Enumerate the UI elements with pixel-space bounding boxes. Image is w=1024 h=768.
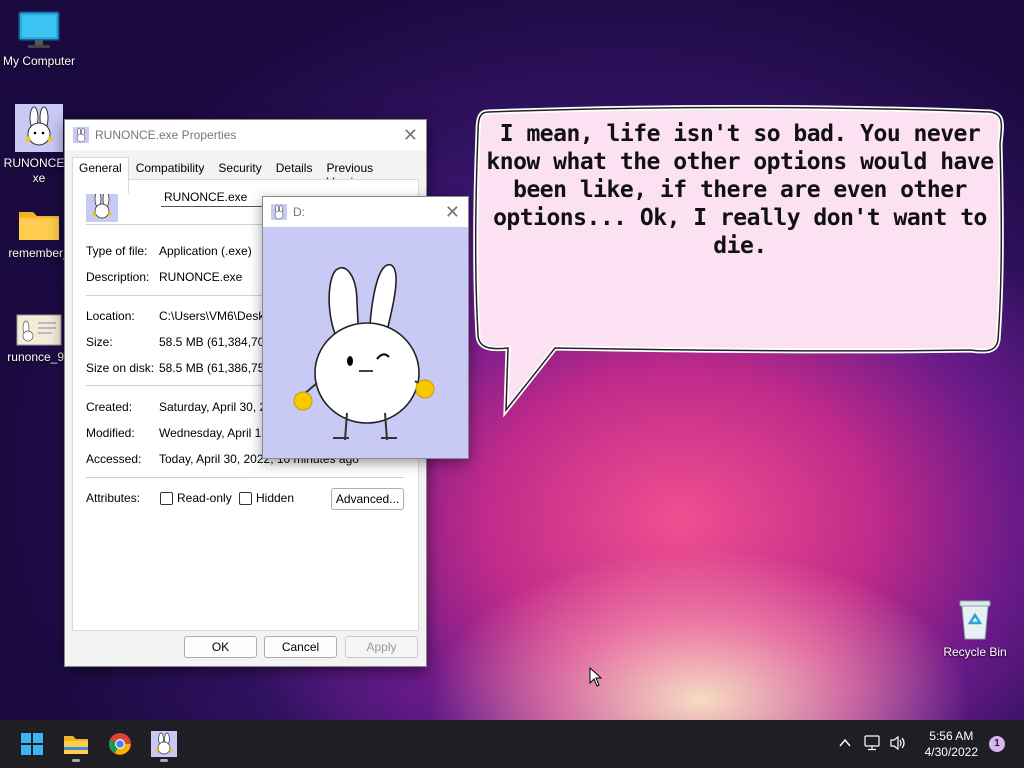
size-row: Size: 58.5 MB (61,384,704 b [86, 335, 281, 349]
desktop-icon-my-computer[interactable]: My Computer [1, 10, 77, 69]
modified-label: Modified: [86, 426, 135, 440]
taskbar-chrome[interactable] [106, 730, 134, 758]
desktop-icon-label: Recycle Bin [943, 645, 1007, 659]
attributes-label: Attributes: [86, 491, 141, 505]
start-button[interactable] [18, 730, 46, 758]
windows-logo-icon [21, 733, 43, 755]
cancel-button[interactable]: Cancel [264, 636, 337, 658]
accessed-row: Accessed: Today, April 30, 2022, 10 minu… [86, 452, 359, 466]
mouse-cursor-icon [589, 667, 603, 687]
description-label: Description: [86, 270, 150, 284]
running-indicator [72, 759, 80, 762]
taskbar-file-explorer[interactable] [62, 730, 90, 762]
size-on-disk-row: Size on disk: 58.5 MB (61,386,752 b [86, 361, 281, 375]
accessed-label: Accessed: [86, 452, 142, 466]
bunny-icon [86, 190, 118, 222]
speech-bubble: I mean, life isn't so bad. You never kno… [470, 104, 1010, 418]
properties-titlebar[interactable]: RUNONCE.exe Properties ✕ [65, 120, 426, 150]
bunny-icon [151, 731, 177, 757]
close-icon[interactable]: ✕ [445, 203, 460, 221]
popup-window: D: ✕ [262, 196, 469, 459]
hidden-label: Hidden [256, 491, 295, 505]
size-on-disk-label: Size on disk: [86, 361, 155, 375]
window-title: D: [293, 205, 305, 219]
type-label: Type of file: [86, 244, 148, 258]
attributes-row: Attributes: [86, 491, 140, 505]
chevron-up-icon[interactable] [838, 737, 852, 749]
taskbar: 5:56 AM 4/30/2022 1 [0, 720, 1024, 768]
window-title: RUNONCE.exe Properties [95, 128, 237, 142]
location-row: Location: C:\Users\VM6\Deskto [86, 309, 274, 323]
advanced-button[interactable]: Advanced... [331, 488, 404, 510]
divider [86, 477, 404, 478]
notification-badge[interactable]: 1 [989, 736, 1005, 752]
modified-value: Wednesday, April 13, [159, 426, 272, 440]
bunny-icon [73, 127, 89, 143]
taskbar-runonce[interactable] [150, 730, 178, 762]
running-indicator [160, 759, 168, 762]
size-label: Size: [86, 335, 113, 349]
speech-bubble-text: I mean, life isn't so bad. You never kno… [486, 121, 994, 259]
checkbox-box[interactable] [239, 492, 252, 506]
desktop-icon-label: My Computer [2, 54, 76, 68]
ok-button[interactable]: OK [184, 636, 257, 658]
readonly-checkbox[interactable]: Read-only [160, 491, 232, 506]
readonly-label: Read-only [177, 491, 232, 505]
desktop-icon-recycle-bin[interactable]: Recycle Bin [940, 597, 1010, 659]
description-value: RUNONCE.exe [159, 270, 243, 284]
created-label: Created: [86, 400, 133, 414]
created-row: Created: Saturday, April 30, 202 [86, 400, 280, 414]
clock-date: 4/30/2022 [924, 745, 978, 759]
network-icon[interactable] [864, 735, 882, 751]
recycle-bin-icon [959, 600, 991, 640]
hidden-checkbox[interactable]: Hidden [239, 491, 295, 506]
modified-row: Modified: Wednesday, April 13, [86, 426, 271, 440]
type-row: Type of file: Application (.exe) [86, 244, 252, 258]
location-value: C:\Users\VM6\Deskto [159, 309, 275, 323]
bunny-icon [15, 104, 63, 152]
bunny-icon [271, 204, 287, 220]
close-icon[interactable]: ✕ [403, 126, 418, 144]
clock-time: 5:56 AM [929, 729, 974, 743]
clock[interactable]: 5:56 AM 4/30/2022 [925, 728, 978, 760]
apply-button[interactable]: Apply [345, 636, 418, 658]
type-value: Application (.exe) [159, 244, 252, 258]
chrome-icon [109, 733, 131, 755]
image-file-icon [16, 314, 62, 346]
volume-icon[interactable] [889, 735, 907, 751]
checkbox-box[interactable] [160, 492, 173, 506]
popup-titlebar[interactable]: D: ✕ [263, 197, 468, 227]
bunny-character-image [293, 264, 435, 441]
folder-icon [19, 212, 59, 240]
folder-icon [64, 736, 88, 754]
tab-general[interactable]: General [72, 157, 129, 194]
description-row: Description: RUNONCE.exe [86, 270, 242, 284]
location-label: Location: [86, 309, 135, 323]
monitor-icon [18, 11, 60, 48]
